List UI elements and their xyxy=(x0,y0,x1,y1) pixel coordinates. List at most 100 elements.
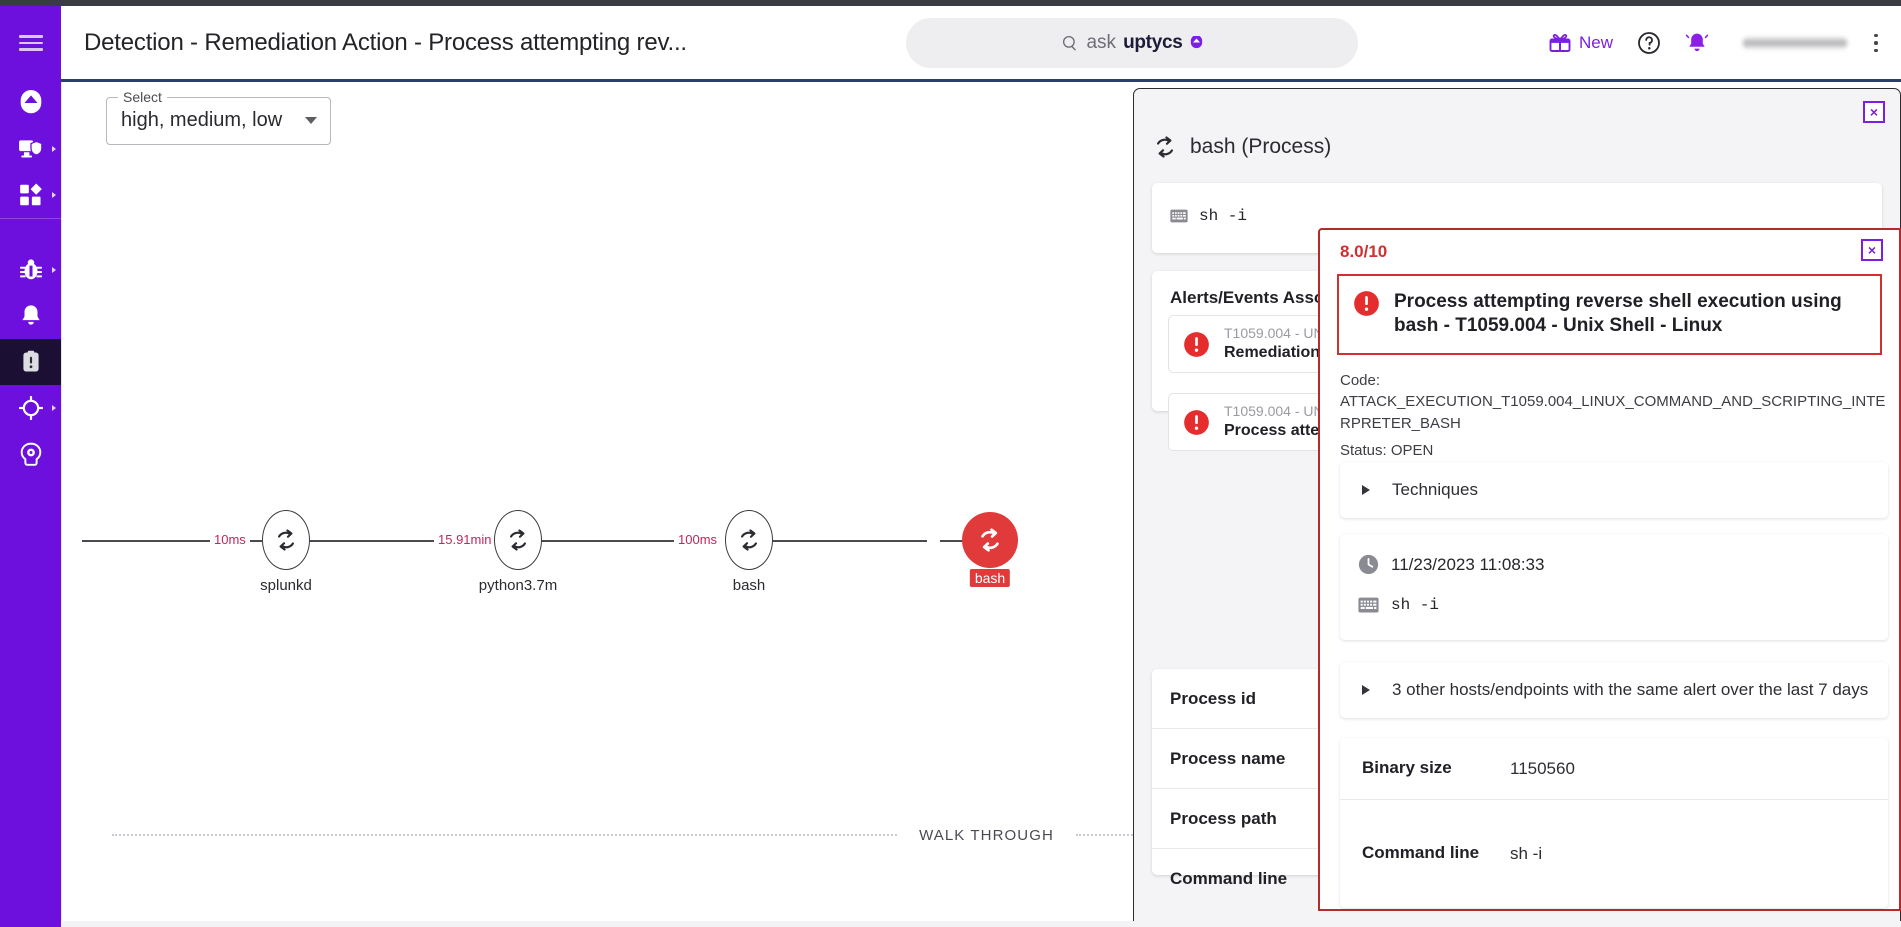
sidebar-item-targets[interactable] xyxy=(0,385,61,431)
monitor-shield-icon xyxy=(18,136,44,162)
alert-timestamp-row: 11/23/2023 11:08:33 xyxy=(1358,554,1544,575)
alert-timing-section: 11/23/2023 11:08:33 sh xyxy=(1340,534,1888,640)
property-label: Process id xyxy=(1170,689,1256,709)
apps-grid-icon xyxy=(18,182,44,208)
process-cycle-icon xyxy=(1152,134,1178,160)
search-icon xyxy=(1061,34,1079,52)
property-value: 1150560 xyxy=(1510,759,1575,779)
notifications-button[interactable] xyxy=(1673,23,1721,63)
triangle-right-icon[interactable] xyxy=(1362,685,1370,695)
keyboard-icon xyxy=(1170,209,1188,223)
alert-note-icon xyxy=(18,349,44,375)
whats-new-label: New xyxy=(1579,33,1613,53)
global-search-bar[interactable]: ask uptycs xyxy=(906,18,1358,68)
property-label: Process path xyxy=(1170,809,1277,829)
property-label: Command line xyxy=(1170,869,1287,889)
graph-edge-label-2: 100ms xyxy=(674,532,721,547)
app-root: Detection - Remediation Action - Process… xyxy=(0,0,1901,927)
graph-node-label: bash xyxy=(733,577,766,594)
graph-node-bash[interactable]: bash xyxy=(725,510,773,570)
graph-node-splunkd[interactable]: splunkd xyxy=(262,510,310,570)
graph-node-label: splunkd xyxy=(260,577,312,594)
bug-icon xyxy=(18,257,44,283)
graph-edge-label-0: 10ms xyxy=(210,532,250,547)
user-name-redacted xyxy=(1743,36,1847,50)
chevron-right-icon xyxy=(52,267,56,273)
hamburger-menu-button[interactable] xyxy=(0,6,61,80)
process-graph[interactable]: 10ms 15.91min 100ms splunkd xyxy=(62,82,1162,927)
graph-node-bash-selected[interactable]: bash xyxy=(962,512,1018,568)
window-bottom-strip xyxy=(61,921,1901,927)
clock-icon xyxy=(1358,554,1379,575)
sidebar-item-detections[interactable] xyxy=(0,339,61,385)
whats-new-button[interactable]: New xyxy=(1536,23,1625,63)
bell-icon xyxy=(18,303,44,329)
chevron-right-icon xyxy=(52,405,56,411)
graph-edge-3 xyxy=(762,540,927,542)
alert-title: Process attempting reverse shell executi… xyxy=(1394,290,1864,339)
alert-exclaim-icon xyxy=(1183,331,1210,358)
property-value: sh -i xyxy=(1510,844,1542,864)
help-circle-icon xyxy=(1637,31,1661,55)
sidebar-item-apps[interactable] xyxy=(0,172,61,218)
graph-node-python[interactable]: python3.7m xyxy=(494,510,542,570)
process-cycle-icon xyxy=(976,526,1004,554)
search-ask-label: ask xyxy=(1086,32,1116,54)
graph-edge-label-1: 15.91min xyxy=(434,532,495,547)
techniques-label: Techniques xyxy=(1392,480,1478,500)
page-title: Detection - Remediation Action - Process… xyxy=(84,29,687,57)
techniques-section[interactable]: Techniques xyxy=(1340,462,1888,518)
uptycs-logo-icon xyxy=(1190,36,1203,49)
property-label: Binary size xyxy=(1362,757,1510,779)
detail-command-row: sh -i xyxy=(1170,207,1247,225)
walk-through-dash-left xyxy=(112,834,897,836)
sidebar-item-assets[interactable] xyxy=(0,126,61,172)
alert-command-row: sh -i xyxy=(1358,596,1439,614)
alert-properties-table: Binary size 1150560 Command line sh -i xyxy=(1340,738,1888,908)
other-hosts-label: 3 other hosts/endpoints with the same al… xyxy=(1392,680,1868,700)
bell-icon xyxy=(1685,31,1709,55)
process-cycle-icon xyxy=(505,527,531,553)
alert-meta: Code: ATTACK_EXECUTION_T1059.004_LINUX_C… xyxy=(1340,370,1888,461)
alert-detail-popover: 8.0/10 × Process attempting reverse shel… xyxy=(1318,228,1901,911)
alert-status: Status: OPEN xyxy=(1340,440,1888,461)
graph-node-label: bash xyxy=(970,569,1010,587)
detail-command-text: sh -i xyxy=(1199,207,1247,225)
table-row: Binary size 1150560 xyxy=(1340,738,1888,800)
header-actions: New xyxy=(1536,6,1901,80)
sidebar-item-logo[interactable] xyxy=(0,80,61,126)
graph-node-label: python3.7m xyxy=(479,577,557,594)
other-hosts-section[interactable]: 3 other hosts/endpoints with the same al… xyxy=(1340,662,1888,718)
sidebar-item-insights[interactable] xyxy=(0,431,61,477)
detail-panel-title: bash (Process) xyxy=(1190,135,1331,159)
property-label: Process name xyxy=(1170,749,1285,769)
more-vertical-icon xyxy=(1874,34,1878,38)
detail-panel-close-button[interactable]: × xyxy=(1863,101,1885,123)
left-sidebar xyxy=(0,6,61,927)
sidebar-item-threats[interactable] xyxy=(0,247,61,293)
uptycs-logo-icon xyxy=(18,90,44,116)
hamburger-icon xyxy=(19,31,43,55)
detail-panel-header: bash (Process) xyxy=(1152,134,1331,160)
sidebar-item-alerts[interactable] xyxy=(0,293,61,339)
crosshair-icon xyxy=(18,395,44,421)
alert-command-text: sh -i xyxy=(1391,596,1439,614)
alert-code-label: Code: xyxy=(1340,370,1888,391)
property-label: Command line xyxy=(1362,842,1510,864)
alert-timestamp: 11/23/2023 11:08:33 xyxy=(1391,555,1544,575)
alert-popover-close-button[interactable]: × xyxy=(1861,239,1883,261)
search-brand-label: uptycs xyxy=(1123,32,1182,54)
triangle-right-icon[interactable] xyxy=(1362,485,1370,495)
brain-gear-icon xyxy=(18,441,44,467)
help-button[interactable] xyxy=(1625,23,1673,63)
process-cycle-icon xyxy=(736,527,762,553)
keyboard-icon xyxy=(1358,597,1379,613)
more-options-button[interactable] xyxy=(1865,28,1887,58)
gift-icon xyxy=(1548,31,1572,55)
alert-score: 8.0/10 xyxy=(1340,242,1387,262)
alert-code-value: ATTACK_EXECUTION_T1059.004_LINUX_COMMAND… xyxy=(1340,391,1888,434)
walk-through-label[interactable]: WALK THROUGH xyxy=(897,827,1076,844)
alert-exclaim-icon xyxy=(1353,290,1380,317)
process-cycle-icon xyxy=(273,527,299,553)
alert-exclaim-icon xyxy=(1183,409,1210,436)
